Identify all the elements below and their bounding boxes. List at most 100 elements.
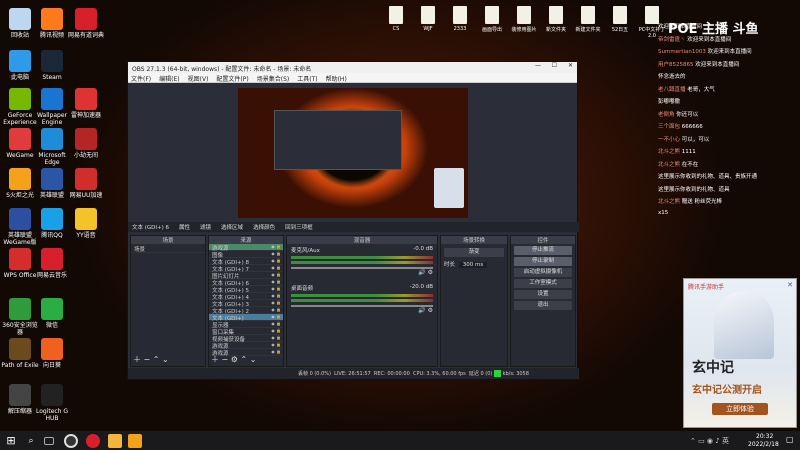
chat-username[interactable]: 用户8525865 (658, 62, 694, 68)
control-button[interactable]: 停止推流 (514, 246, 572, 255)
mute-gear-icons[interactable]: 🔊 ⚙ (291, 307, 433, 314)
source-item[interactable]: 游戏源 ◉ 🔒 (209, 244, 283, 252)
menu-item[interactable]: 配置文件(P) (216, 76, 248, 83)
control-button[interactable]: 工作室模式 (514, 279, 572, 288)
transition-select[interactable]: 渐变 (444, 248, 504, 257)
desktop-file-icon[interactable]: 新文件夹 (542, 6, 570, 33)
control-button[interactable]: 设置 (514, 290, 572, 299)
toolbar-item[interactable]: 属性 (179, 225, 190, 231)
start-windows-icon[interactable]: ⊞ (4, 434, 18, 448)
chat-username[interactable]: 三个面包 (658, 124, 680, 130)
desktop-file-icon[interactable]: 画面导出 (478, 6, 506, 33)
menu-item[interactable]: 视图(V) (188, 76, 209, 83)
toolbar-item[interactable]: 滤镜 (200, 225, 211, 231)
visibility-lock-icons[interactable]: ◉ 🔒 (271, 244, 281, 249)
toolbar-item[interactable]: 选择区域 (221, 225, 243, 231)
visibility-lock-icons[interactable]: ◉ 🔒 (271, 314, 281, 319)
source-item[interactable]: 图片幻灯片 ◉ 🔒 (209, 272, 283, 280)
ad-close-icon[interactable]: ✕ (787, 281, 793, 289)
visibility-lock-icons[interactable]: ◉ 🔒 (271, 272, 281, 277)
source-item[interactable]: 视频捕获设备 ◉ 🔒 (209, 335, 283, 343)
desktop-icon[interactable]: 小劫无间 (66, 128, 106, 159)
desktop-file-icon[interactable]: 52日五 (606, 6, 634, 33)
source-item[interactable]: 文本 (GDI+) 8 ◉ 🔒 (209, 258, 283, 266)
desktop-file-icon[interactable]: 2333 (446, 6, 474, 32)
visibility-lock-icons[interactable]: ◉ 🔒 (271, 349, 281, 354)
toolbar-item[interactable]: 选择颜色 (253, 225, 275, 231)
duration-input[interactable]: 300 ms (458, 262, 488, 268)
chat-username[interactable]: 一不小心 (658, 137, 680, 143)
desktop-file-icon[interactable]: CS (382, 6, 410, 32)
visibility-lock-icons[interactable]: ◉ 🔒 (271, 321, 281, 326)
menu-item[interactable]: 帮助(H) (326, 76, 347, 83)
clock-time[interactable]: 20:32 (756, 433, 773, 440)
desktop-icon[interactable]: 向日葵 (32, 338, 72, 369)
ad-cta-button[interactable]: 立即体验 (712, 403, 768, 415)
control-button[interactable]: 退出 (514, 301, 572, 310)
source-item[interactable]: 游戏源 ◉ 🔒 (209, 342, 283, 350)
source-item[interactable]: 文本 (GDI+) 2 ◉ 🔒 (209, 307, 283, 315)
chat-username[interactable]: 老八蹲直播 (658, 87, 686, 93)
visibility-lock-icons[interactable]: ◉ 🔒 (271, 251, 281, 256)
visibility-lock-icons[interactable]: ◉ 🔒 (271, 258, 281, 263)
visibility-lock-icons[interactable]: ◉ 🔒 (271, 300, 281, 305)
taskbar-app-icon[interactable] (128, 434, 142, 448)
taskbar-search-icon[interactable]: ⌕ (24, 434, 38, 448)
source-item[interactable]: 窗口采集 ◉ 🔒 (209, 328, 283, 336)
visibility-lock-icons[interactable]: ◉ 🔒 (271, 265, 281, 270)
source-item[interactable]: 显示器 ◉ 🔒 (209, 321, 283, 329)
desktop-icon[interactable]: YY语音 (66, 208, 106, 239)
taskbar-taskview-icon[interactable] (44, 437, 54, 445)
source-item[interactable]: 文本 (GDI+) 5 ◉ 🔒 (209, 286, 283, 294)
window-minimize-icon[interactable]: — (535, 62, 541, 69)
tray-icons[interactable]: ⌃ ▭ ◉ ♪ 英 (690, 436, 729, 446)
desktop-icon[interactable]: 雷神加速器 (66, 88, 106, 119)
desktop-file-icon[interactable]: WJF (414, 6, 442, 32)
source-item[interactable]: 文本 (GDI+) 6 ◉ 🔒 (209, 279, 283, 287)
visibility-lock-icons[interactable]: ◉ 🔒 (271, 293, 281, 298)
source-item[interactable]: 文本 (GDI+) ◉ 🔒 (209, 314, 283, 322)
obs-preview[interactable] (238, 88, 468, 218)
chat-username[interactable]: 北斗之熊 (658, 162, 680, 168)
desktop-icon[interactable]: 微信 (32, 298, 72, 329)
source-item[interactable]: 图像 ◉ 🔒 (209, 251, 283, 259)
taskbar-obs-icon[interactable] (64, 434, 78, 448)
game-ad[interactable]: 腾讯手游助手 ✕ 玄中记 玄中记公测开启 立即体验 (683, 278, 797, 428)
toolbar-item[interactable]: 回到三项框 (285, 225, 313, 231)
mute-gear-icons[interactable]: 🔊 ⚙ (291, 269, 433, 276)
menu-item[interactable]: 场景集合(S) (257, 76, 290, 83)
chat-username[interactable]: 北斗之熊 (658, 149, 680, 155)
taskbar-netease-icon[interactable] (86, 434, 100, 448)
desktop-file-icon[interactable]: 装修用图片 (510, 6, 538, 33)
taskbar-folder-icon[interactable] (108, 434, 122, 448)
chat-username[interactable]: Summertian1003 (658, 49, 706, 55)
desktop-icon[interactable]: 网易云音乐 (32, 248, 72, 279)
menu-item[interactable]: 文件(F) (131, 76, 151, 83)
chat-username[interactable]: 老倒角 (658, 112, 675, 118)
visibility-lock-icons[interactable]: ◉ 🔒 (271, 342, 281, 347)
visibility-lock-icons[interactable]: ◉ 🔒 (271, 328, 281, 333)
window-maximize-icon[interactable]: ☐ (552, 62, 557, 69)
desktop-icon[interactable]: Steam (32, 50, 72, 81)
desktop-file-icon[interactable]: 新建文件夹 (574, 6, 602, 33)
chat-username[interactable]: 北斗之熊 (658, 199, 680, 205)
desktop-icon[interactable]: Logitech G HUB (32, 384, 72, 422)
visibility-lock-icons[interactable]: ◉ 🔒 (271, 286, 281, 291)
visibility-lock-icons[interactable]: ◉ 🔒 (271, 279, 281, 284)
scene-item[interactable]: 场景 (131, 244, 205, 253)
source-item[interactable]: 文本 (GDI+) 4 ◉ 🔒 (209, 293, 283, 301)
control-button[interactable]: 启动虚拟摄像机 (514, 268, 572, 277)
desktop-icon[interactable]: 网易UU加速 (66, 168, 106, 199)
source-item[interactable]: 文本 (GDI+) 3 ◉ 🔒 (209, 300, 283, 308)
visibility-lock-icons[interactable]: ◉ 🔒 (271, 307, 281, 312)
source-item[interactable]: 文本 (GDI+) 7 ◉ 🔒 (209, 265, 283, 273)
clock-date[interactable]: 2022/2/18 (748, 441, 779, 448)
control-button[interactable]: 停止录制 (514, 257, 572, 266)
obs-window[interactable]: OBS 27.1.3 (64-bit, windows) - 配置文件: 未命名… (127, 61, 579, 380)
desktop-icon[interactable]: 网易有道词典 (66, 8, 106, 39)
menu-item[interactable]: 编辑(E) (159, 76, 179, 83)
window-close-icon[interactable]: ✕ (568, 62, 573, 69)
visibility-lock-icons[interactable]: ◉ 🔒 (271, 335, 281, 340)
notification-icon[interactable]: ▢ (786, 435, 794, 444)
chat-username[interactable]: 帝剑雷霆丶 (658, 37, 686, 43)
